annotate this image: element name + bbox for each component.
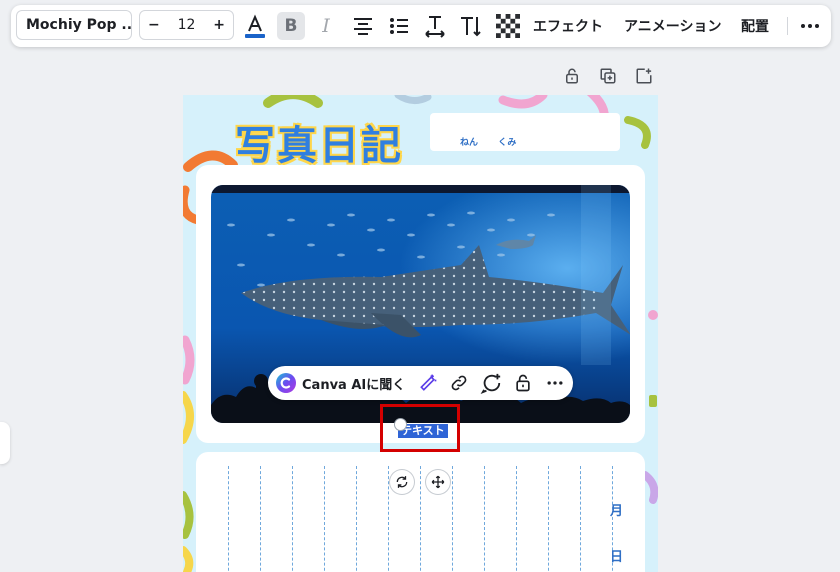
photo-frame: [196, 165, 645, 443]
add-comment-button[interactable]: [479, 371, 503, 395]
font-family-dropdown[interactable]: Mochiy Pop ...: [16, 10, 132, 40]
list-button[interactable]: [386, 13, 412, 39]
writing-line: [388, 466, 389, 572]
italic-button[interactable]: I: [313, 13, 339, 39]
writing-line: [260, 466, 261, 572]
canva-ai-icon: [276, 373, 296, 393]
month-label: 月: [609, 504, 623, 519]
duplicate-icon: [600, 68, 616, 84]
link-icon: [451, 375, 467, 391]
font-family-label: Mochiy Pop ...: [26, 17, 132, 33]
writing-line: [452, 466, 453, 572]
more-horizontal-icon: [547, 381, 563, 385]
text-color-icon: [245, 14, 265, 38]
letter-spacing-icon: [425, 16, 445, 38]
decrease-font-size-button[interactable]: −: [148, 17, 160, 33]
diary-writing-area[interactable]: 月 日: [196, 452, 645, 572]
spacing-button[interactable]: [422, 13, 448, 39]
increase-font-size-button[interactable]: +: [213, 17, 225, 33]
writing-line: [356, 466, 357, 572]
font-size-stepper[interactable]: − 12 +: [139, 10, 234, 40]
context-more-button[interactable]: [543, 371, 567, 395]
align-center-icon: [354, 18, 372, 35]
align-center-button[interactable]: [350, 13, 376, 39]
element-context-menu: Canva AIに聞く: [268, 366, 573, 400]
day-label: 日: [609, 550, 623, 565]
link-button[interactable]: [447, 371, 471, 395]
comment-icon: [480, 373, 501, 394]
page-title[interactable]: 写真日記: [234, 113, 403, 171]
writing-line: [228, 466, 229, 572]
side-panel-toggle[interactable]: [0, 422, 10, 464]
magic-edit-button[interactable]: [416, 371, 440, 395]
class-name-box[interactable]: ねん くみ: [430, 113, 620, 151]
magic-wand-icon: [420, 374, 437, 391]
vertical-text-button[interactable]: [458, 13, 484, 39]
effects-button[interactable]: エフェクト: [533, 13, 603, 39]
writing-line: [580, 466, 581, 572]
writing-line: [324, 466, 325, 572]
rotate-button[interactable]: [390, 470, 414, 494]
canva-ai-button[interactable]: [274, 371, 298, 395]
highlight-box: [380, 404, 460, 452]
kumi-label: くみ: [498, 138, 517, 148]
vertical-text-icon: [461, 17, 481, 37]
writing-line: [292, 466, 293, 572]
design-page[interactable]: 写真日記 ねん くみ 月 日: [183, 95, 658, 572]
move-icon: [431, 475, 445, 489]
bulleted-list-icon: [390, 18, 408, 34]
bold-icon: B: [284, 16, 298, 36]
unlock-icon: [516, 374, 530, 392]
rotate-icon: [396, 476, 408, 488]
more-options-button[interactable]: [797, 13, 823, 39]
animation-button[interactable]: アニメーション: [624, 13, 721, 39]
text-color-button[interactable]: [242, 13, 268, 39]
position-button[interactable]: 配置: [741, 13, 769, 39]
toolbar-divider: [787, 17, 788, 35]
writing-line: [516, 466, 517, 572]
writing-line: [548, 466, 549, 572]
transparency-icon: [496, 14, 520, 38]
add-page-icon: [636, 68, 652, 84]
italic-icon: I: [322, 15, 330, 37]
nen-label: ねん: [460, 138, 479, 148]
writing-line: [484, 466, 485, 572]
text-toolbar: Mochiy Pop ... − 12 + B I エフェクト アニメーション …: [11, 5, 831, 47]
lock-element-button[interactable]: [511, 371, 535, 395]
writing-line: [420, 466, 421, 572]
font-size-value[interactable]: 12: [178, 17, 196, 33]
ask-canva-ai-button[interactable]: Canva AIに聞く: [302, 371, 405, 395]
move-button[interactable]: [426, 470, 450, 494]
lock-page-button[interactable]: [561, 65, 583, 87]
bold-button[interactable]: B: [277, 12, 305, 40]
add-page-button[interactable]: [633, 65, 655, 87]
duplicate-page-button[interactable]: [597, 65, 619, 87]
transparency-button[interactable]: [495, 13, 521, 39]
more-horizontal-icon: [801, 24, 819, 28]
lock-icon: [566, 68, 578, 84]
